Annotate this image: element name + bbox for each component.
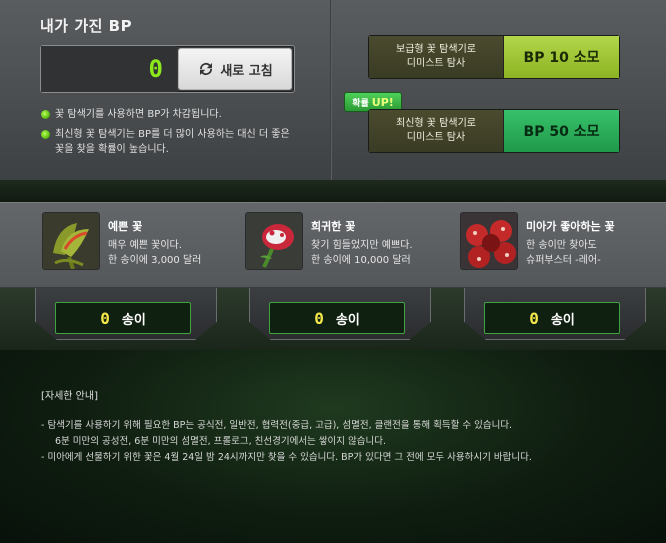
flower-name: 희귀한 꽃 xyxy=(311,220,356,233)
bp10-button[interactable]: BP 10 소모 xyxy=(503,36,619,78)
refresh-button[interactable]: 새로 고침 xyxy=(178,48,292,90)
bullet-icon xyxy=(41,130,50,139)
rafflesia-icon xyxy=(460,212,518,270)
mia-flower-count: 0 송이 xyxy=(484,302,620,334)
flower-name: 미아가 좋아하는 꽃 xyxy=(526,220,615,233)
flower-card-pretty: 예쁜 꽃 매우 예쁜 꽃이다. 한 송이에 3,000 달러 xyxy=(42,212,252,282)
flower-desc-line1: 한 송이만 찾아도 xyxy=(526,240,597,251)
flower-desc: 매우 예쁜 꽃이다. 한 송이에 3,000 달러 xyxy=(108,238,248,268)
note-item: 꽃 탐색기를 사용하면 BP가 차감됩니다. xyxy=(41,107,321,122)
note-text: 꽃 탐색기를 사용하면 BP가 차감됩니다. xyxy=(55,109,222,120)
refresh-label: 새로 고침 xyxy=(220,63,273,79)
flower-card-mia: 미아가 좋아하는 꽃 한 송이만 찾아도 슈퍼부스터 -레어- xyxy=(460,212,666,282)
count-unit: 송이 xyxy=(121,312,146,328)
flower-desc-line2: 한 송이에 10,000 달러 xyxy=(311,255,411,266)
info-line: 6분 미만의 공성전, 6분 미만의 섬멸전, 프롤로그, 친선경기에서는 쌓이… xyxy=(55,436,387,447)
count-number: 0 xyxy=(529,308,539,328)
flower-desc-line1: 찾기 힘들었지만 예쁘다. xyxy=(311,240,413,251)
advanced-search-label: 최신형 꽃 탐색기로 디미스트 탐사 xyxy=(369,110,503,152)
venus-flytrap-icon xyxy=(42,212,100,270)
pretty-flower-count: 0 송이 xyxy=(55,302,191,334)
count-unit: 송이 xyxy=(550,312,575,328)
basic-label-line1: 보급형 꽃 탐색기로 xyxy=(396,44,476,55)
flower-desc: 한 송이만 찾아도 슈퍼부스터 -레어- xyxy=(526,238,666,268)
basic-search-option: 보급형 꽃 탐색기로 디미스트 탐사 BP 10 소모 xyxy=(368,35,620,79)
flower-name: 예쁜 꽃 xyxy=(108,220,143,233)
bp50-button[interactable]: BP 50 소모 xyxy=(503,110,619,152)
piranha-plant-icon xyxy=(245,212,303,270)
rare-flower-count: 0 송이 xyxy=(269,302,405,334)
bp-title: 내가 가진 BP xyxy=(40,17,133,35)
note-item: 최신형 꽃 탐색기는 BP를 더 많이 사용하는 대신 더 좋은 꽃을 찾을 확… xyxy=(41,127,321,157)
flower-desc: 찾기 힘들었지만 예쁘다. 한 송이에 10,000 달러 xyxy=(311,238,451,268)
info-title: [자세한 안내] xyxy=(41,391,98,402)
note-text: 꽃을 찾을 확률이 높습니다. xyxy=(55,144,169,155)
badge-up: UP! xyxy=(371,95,394,109)
bp-display: 0 새로 고침 xyxy=(40,45,295,93)
refresh-icon xyxy=(200,63,213,75)
flower-desc-line1: 매우 예쁜 꽃이다. xyxy=(108,240,182,251)
advanced-label-line1: 최신형 꽃 탐색기로 xyxy=(396,118,476,129)
flower-desc-line2: 한 송이에 3,000 달러 xyxy=(108,255,202,266)
count-unit: 송이 xyxy=(335,312,360,328)
basic-search-label: 보급형 꽃 탐색기로 디미스트 탐사 xyxy=(369,36,503,78)
advanced-search-option: 최신형 꽃 탐색기로 디미스트 탐사 BP 50 소모 xyxy=(368,109,620,153)
advanced-label-line2: 디미스트 탐사 xyxy=(406,132,466,143)
info-line: - 탐색기를 사용하기 위해 필요한 BP는 공식전, 일반전, 협력전(중급,… xyxy=(41,420,513,431)
note-text: 최신형 꽃 탐색기는 BP를 더 많이 사용하는 대신 더 좋은 xyxy=(55,129,290,140)
bp-notes: 꽃 탐색기를 사용하면 BP가 차감됩니다. 최신형 꽃 탐색기는 BP를 더 … xyxy=(41,107,321,162)
flower-desc-line2: 슈퍼부스터 -레어- xyxy=(526,255,601,266)
info-line: - 미아에게 선물하기 위한 꽃은 4월 24일 밤 24시까지만 찾을 수 있… xyxy=(41,452,532,463)
count-number: 0 xyxy=(100,308,110,328)
bp-value: 0 xyxy=(41,46,177,92)
info-lines: - 탐색기를 사용하기 위해 필요한 BP는 공식전, 일반전, 협력전(중급,… xyxy=(41,418,641,466)
badge-label: 확률 xyxy=(352,98,369,109)
basic-label-line2: 디미스트 탐사 xyxy=(406,58,466,69)
count-number: 0 xyxy=(314,308,324,328)
flower-card-rare: 희귀한 꽃 찾기 힘들었지만 예쁘다. 한 송이에 10,000 달러 xyxy=(245,212,455,282)
bullet-icon xyxy=(41,110,50,119)
panel-divider xyxy=(330,0,332,180)
